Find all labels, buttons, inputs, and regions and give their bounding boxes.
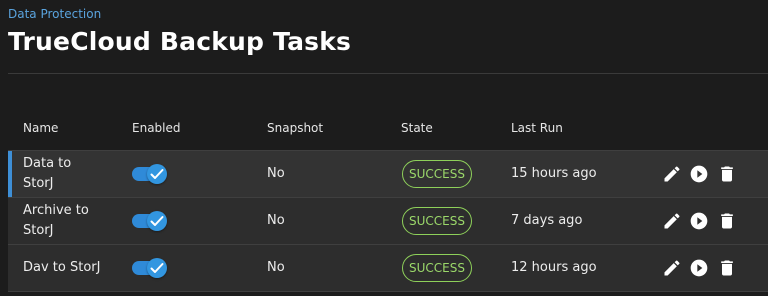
check-icon xyxy=(150,216,164,226)
column-header-last-run[interactable]: Last Run xyxy=(511,121,563,135)
snapshot-value: No xyxy=(267,166,285,181)
backup-tasks-table: Name Enabled Snapshot State Last Run Dat… xyxy=(8,106,768,292)
check-icon xyxy=(150,263,164,273)
trash-icon[interactable] xyxy=(717,211,737,231)
enabled-toggle[interactable] xyxy=(132,258,167,278)
trash-icon[interactable] xyxy=(717,164,737,184)
breadcrumb[interactable]: Data Protection xyxy=(8,7,101,21)
table-header: Name Enabled Snapshot State Last Run xyxy=(8,106,768,150)
snapshot-value: No xyxy=(267,213,285,228)
trash-icon[interactable] xyxy=(717,258,737,278)
toggle-knob xyxy=(147,258,167,278)
column-header-enabled[interactable]: Enabled xyxy=(132,121,181,135)
last-run-value: 15 hours ago xyxy=(511,166,597,181)
enabled-toggle[interactable] xyxy=(132,211,167,231)
play-circle-icon[interactable] xyxy=(689,211,709,231)
task-name: Data to StorJ xyxy=(23,156,72,191)
task-name: Archive to StorJ xyxy=(23,203,89,238)
enabled-toggle[interactable] xyxy=(132,164,167,184)
page-title: TrueCloud Backup Tasks xyxy=(8,27,352,56)
last-run-value: 7 days ago xyxy=(511,213,583,228)
play-circle-icon[interactable] xyxy=(689,258,709,278)
last-run-value: 12 hours ago xyxy=(511,260,597,275)
snapshot-value: No xyxy=(267,260,285,275)
toggle-knob xyxy=(147,211,167,231)
table-row[interactable]: Data to StorJ No SUCCESS 15 hours ago xyxy=(8,150,768,198)
table-row[interactable]: Dav to StorJ No SUCCESS 12 hours ago xyxy=(8,245,768,292)
state-badge[interactable]: SUCCESS xyxy=(402,207,472,235)
title-divider xyxy=(8,73,768,74)
column-header-snapshot[interactable]: Snapshot xyxy=(267,121,323,135)
column-header-state[interactable]: State xyxy=(401,121,433,135)
pencil-icon[interactable] xyxy=(662,164,682,184)
task-name: Dav to StorJ xyxy=(23,260,101,275)
play-circle-icon[interactable] xyxy=(689,164,709,184)
check-icon xyxy=(150,169,164,179)
state-badge[interactable]: SUCCESS xyxy=(402,160,472,188)
column-header-name[interactable]: Name xyxy=(23,121,58,135)
table-row[interactable]: Archive to StorJ No SUCCESS 7 days ago xyxy=(8,198,768,245)
row-selected-indicator xyxy=(8,151,12,197)
state-badge[interactable]: SUCCESS xyxy=(402,254,472,282)
pencil-icon[interactable] xyxy=(662,258,682,278)
toggle-knob xyxy=(147,164,167,184)
pencil-icon[interactable] xyxy=(662,211,682,231)
